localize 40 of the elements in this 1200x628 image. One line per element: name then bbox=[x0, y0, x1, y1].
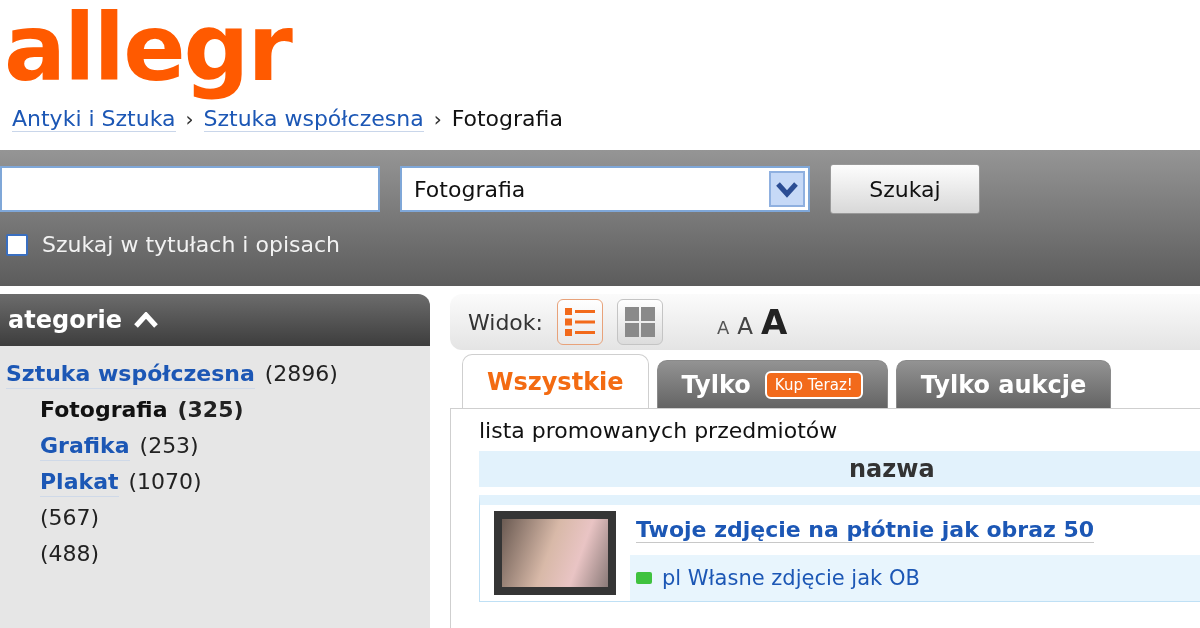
photo-placeholder[interactable] bbox=[494, 511, 616, 595]
text-size-option[interactable]: A bbox=[716, 319, 730, 337]
category-count: (2896) bbox=[264, 360, 338, 388]
list-view-icon bbox=[564, 307, 595, 337]
tab[interactable]: Tylko Kup Teraz! bbox=[656, 360, 888, 408]
search-button[interactable]: Szukaj bbox=[830, 164, 980, 214]
grid-view-button[interactable] bbox=[616, 299, 663, 345]
category-count: (253) bbox=[139, 432, 199, 460]
view-label: Widok: bbox=[468, 309, 543, 335]
category-count: (567) bbox=[40, 504, 100, 532]
category-link[interactable]: Sztuka współczesna bbox=[6, 360, 255, 389]
list-view-button[interactable] bbox=[556, 299, 603, 345]
section-caption: lista promowanych przedmiotów bbox=[479, 417, 838, 445]
breadcrumb-separator: › bbox=[185, 107, 194, 131]
category-count: (325) bbox=[177, 396, 244, 424]
checkbox-label: Szukaj w tytułach i opisach bbox=[42, 232, 340, 257]
checkbox[interactable] bbox=[6, 233, 28, 256]
marker-icon bbox=[636, 572, 652, 584]
category-select[interactable]: Fotografia bbox=[400, 166, 810, 212]
category-link[interactable]: Grafika bbox=[40, 432, 130, 461]
category-link[interactable]: Fotografia bbox=[40, 396, 168, 425]
buy-now-badge: Kup Teraz! bbox=[764, 370, 863, 399]
breadcrumb-current: Fotografia bbox=[451, 106, 563, 131]
grid-view-icon bbox=[624, 307, 655, 337]
breadcrumb-separator: › bbox=[433, 107, 442, 131]
breadcrumb-link[interactable]: Sztuka współczesna bbox=[203, 106, 424, 132]
text-size-option[interactable]: A bbox=[761, 305, 788, 339]
category-link[interactable]: Plakat bbox=[40, 468, 119, 497]
column-header[interactable]: nazwa bbox=[849, 455, 935, 483]
chevron-down-icon bbox=[769, 171, 805, 207]
tab[interactable]: Tylko aukcje bbox=[895, 360, 1112, 408]
search-input[interactable] bbox=[0, 166, 380, 212]
caret-up-icon[interactable] bbox=[133, 312, 158, 328]
sidebar-title: ategorie bbox=[8, 306, 122, 334]
item-title-link[interactable]: Twoje zdjęcie na płótnie jak obraz 50 bbox=[636, 517, 1095, 543]
breadcrumb-link[interactable]: Antyki i Sztuka bbox=[12, 106, 176, 132]
category-count: (1070) bbox=[128, 468, 202, 496]
item-description[interactable]: pl Własne zdjęcie jak OB bbox=[662, 566, 920, 590]
text-size-option[interactable]: A bbox=[737, 315, 754, 338]
category-count: (488) bbox=[40, 540, 100, 568]
